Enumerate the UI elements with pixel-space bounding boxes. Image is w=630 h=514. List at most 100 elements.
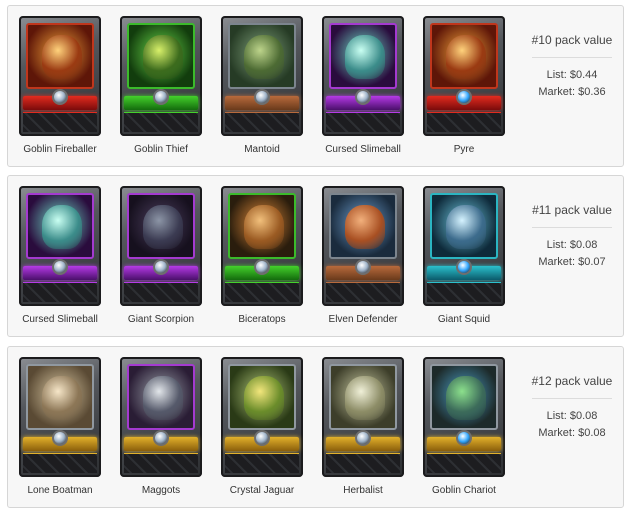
card-edition-gem-icon — [153, 259, 169, 275]
card-stats-base — [23, 112, 97, 132]
card-slot[interactable]: Goblin Fireballer — [16, 16, 104, 164]
card-slot[interactable]: Pyre — [420, 16, 508, 164]
card-slot[interactable]: Mantoid — [218, 16, 306, 164]
card-name: Goblin Chariot — [432, 485, 496, 496]
card-edition-gem-icon — [355, 430, 371, 446]
card-name: Cursed Slimeball — [22, 314, 98, 325]
divider — [532, 398, 612, 399]
card-art — [329, 23, 397, 89]
card-stats-base — [225, 112, 299, 132]
card-name: Goblin Thief — [134, 144, 188, 155]
card-stats-base — [427, 282, 501, 302]
card-stats-base — [124, 453, 198, 473]
card-slot[interactable]: Elven Defender — [319, 186, 407, 334]
pack-panel: Goblin Fireballer Goblin Thief Mantoid C… — [7, 5, 624, 167]
card-stats-base — [225, 282, 299, 302]
card-name: Goblin Fireballer — [23, 144, 97, 155]
card-slot[interactable]: Maggots — [117, 357, 205, 505]
market-price: Market: $0.08 — [538, 427, 606, 439]
card-art — [127, 193, 195, 259]
card-stats-base — [326, 453, 400, 473]
card-art — [228, 23, 296, 89]
card-stats-base — [326, 112, 400, 132]
card-art — [26, 193, 94, 259]
card-edition-gem-icon — [52, 259, 68, 275]
card-slot[interactable]: Crystal Jaguar — [218, 357, 306, 505]
card-image[interactable] — [120, 357, 202, 477]
list-price: List: $0.08 — [546, 410, 598, 422]
card-image[interactable] — [423, 186, 505, 306]
card-image[interactable] — [322, 357, 404, 477]
card-stats-base — [225, 453, 299, 473]
card-stats-base — [427, 453, 501, 473]
list-price: List: $0.44 — [546, 69, 598, 81]
pack-panel: Lone Boatman Maggots Crystal Jaguar Herb… — [7, 346, 624, 508]
card-art — [430, 364, 498, 430]
card-edition-gem-icon — [254, 430, 270, 446]
card-image[interactable] — [120, 186, 202, 306]
card-image[interactable] — [221, 186, 303, 306]
card-slot[interactable]: Goblin Thief — [117, 16, 205, 164]
card-art — [430, 193, 498, 259]
divider — [532, 57, 612, 58]
card-art — [329, 193, 397, 259]
card-edition-gem-icon — [153, 430, 169, 446]
market-price: Market: $0.36 — [538, 86, 606, 98]
list-price: List: $0.08 — [546, 239, 598, 251]
pack-value-title: #10 pack value — [531, 33, 613, 47]
pack-value-title: #12 pack value — [531, 374, 613, 388]
divider — [532, 227, 612, 228]
card-edition-gem-icon — [52, 89, 68, 105]
card-stats-base — [23, 453, 97, 473]
card-stats-base — [427, 112, 501, 132]
card-art — [228, 364, 296, 430]
card-art — [127, 23, 195, 89]
card-image[interactable] — [322, 16, 404, 136]
card-slot[interactable]: Giant Scorpion — [117, 186, 205, 334]
card-image[interactable] — [19, 357, 101, 477]
card-edition-gem-icon — [456, 89, 472, 105]
card-stats-base — [326, 282, 400, 302]
card-name: Biceratops — [238, 314, 286, 325]
card-slot[interactable]: Herbalist — [319, 357, 407, 505]
card-stats-base — [124, 112, 198, 132]
card-name: Herbalist — [343, 485, 383, 496]
card-edition-gem-icon — [254, 89, 270, 105]
card-name: Cursed Slimeball — [325, 144, 401, 155]
card-name: Maggots — [141, 485, 181, 496]
card-slot[interactable]: Lone Boatman — [16, 357, 104, 505]
card-image[interactable] — [19, 186, 101, 306]
card-edition-gem-icon — [254, 259, 270, 275]
card-edition-gem-icon — [355, 259, 371, 275]
card-name: Pyre — [453, 144, 475, 155]
card-name: Elven Defender — [328, 314, 398, 325]
card-slot[interactable]: Giant Squid — [420, 186, 508, 334]
card-image[interactable] — [322, 186, 404, 306]
pack-value-box: #10 pack value List: $0.44 Market: $0.36 — [524, 16, 620, 101]
card-image[interactable] — [423, 16, 505, 136]
card-image[interactable] — [19, 16, 101, 136]
card-stats-base — [124, 282, 198, 302]
pack-value-title: #11 pack value — [532, 203, 612, 217]
card-edition-gem-icon — [355, 89, 371, 105]
card-art — [26, 23, 94, 89]
pack-panel: Cursed Slimeball Giant Scorpion Bicerato… — [7, 175, 624, 337]
card-art — [430, 23, 498, 89]
card-image[interactable] — [120, 16, 202, 136]
card-art — [329, 364, 397, 430]
card-slot[interactable]: Cursed Slimeball — [16, 186, 104, 334]
card-name: Lone Boatman — [27, 485, 93, 496]
card-slot[interactable]: Cursed Slimeball — [319, 16, 407, 164]
card-slot[interactable]: Goblin Chariot — [420, 357, 508, 505]
card-art — [127, 364, 195, 430]
card-edition-gem-icon — [52, 430, 68, 446]
card-art — [26, 364, 94, 430]
card-slot[interactable]: Biceratops — [218, 186, 306, 334]
card-edition-gem-icon — [456, 259, 472, 275]
pack-value-box: #12 pack value List: $0.08 Market: $0.08 — [524, 357, 620, 442]
card-image[interactable] — [423, 357, 505, 477]
card-name: Giant Scorpion — [127, 314, 195, 325]
market-price: Market: $0.07 — [538, 256, 606, 268]
card-image[interactable] — [221, 357, 303, 477]
card-image[interactable] — [221, 16, 303, 136]
